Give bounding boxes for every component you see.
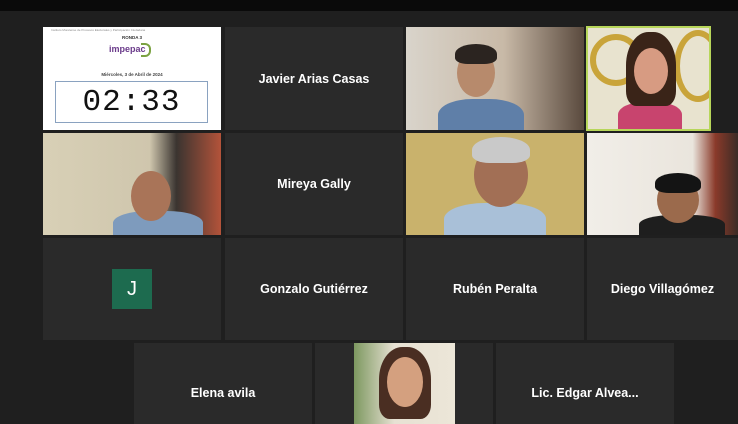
logo-mark-icon: [141, 43, 151, 57]
video-tile-participant-3[interactable]: [406, 133, 584, 235]
presentation-slide: Instituto Morelense de Procesos Electora…: [43, 27, 221, 130]
person-body: [438, 99, 524, 130]
participant-tile-avatar[interactable]: J: [43, 238, 221, 340]
countdown-timer: 02:33: [82, 84, 181, 120]
slide-date: Miércoles, 3 de Abril de 2024: [101, 72, 163, 77]
participant-name: Rubén Peralta: [452, 282, 538, 296]
round-label: RONDA 3: [121, 35, 143, 40]
video-tile-participant-2[interactable]: [43, 133, 221, 235]
participant-tile-ruben[interactable]: Rubén Peralta: [406, 238, 584, 340]
participant-name: Lic. Edgar Alvea...: [531, 386, 639, 400]
window-top-bar: [0, 0, 738, 11]
video-tile-participant-4[interactable]: [587, 133, 738, 235]
person-hair: [655, 173, 701, 193]
person-head: [634, 48, 668, 94]
timer-box: 02:33: [55, 81, 208, 123]
avatar: J: [112, 269, 152, 309]
person-head: [387, 357, 423, 407]
participant-name: Mireya Gally: [277, 177, 351, 191]
participant-name: Gonzalo Gutiérrez: [260, 282, 368, 296]
video-tile-active-speaker[interactable]: [586, 26, 711, 131]
participant-tile-mireya[interactable]: Mireya Gally: [225, 133, 403, 235]
participant-tile-gonzalo[interactable]: Gonzalo Gutiérrez: [225, 238, 403, 340]
impepac-logo: impepac: [109, 41, 159, 61]
participant-tile-javier[interactable]: Javier Arias Casas: [225, 27, 403, 130]
person-hair: [455, 44, 497, 64]
person-hair: [472, 137, 530, 163]
participant-name: Javier Arias Casas: [258, 71, 370, 86]
participant-tile-edgar[interactable]: Lic. Edgar Alvea...: [496, 343, 674, 424]
video-tile-participant-1[interactable]: [406, 27, 584, 130]
person-body: [444, 203, 546, 235]
video-feed: [354, 343, 455, 424]
video-tile-participant-5[interactable]: [315, 343, 493, 424]
slide-header-text: Instituto Morelense de Procesos Electora…: [51, 28, 146, 32]
participant-tile-elena[interactable]: Elena avila: [134, 343, 312, 424]
participant-name: Diego Villagómez: [610, 282, 715, 296]
participant-name: Elena avila: [190, 386, 256, 400]
participant-tile-diego[interactable]: Diego Villagómez: [587, 238, 738, 340]
person-head: [131, 171, 171, 221]
person-body: [618, 102, 682, 129]
